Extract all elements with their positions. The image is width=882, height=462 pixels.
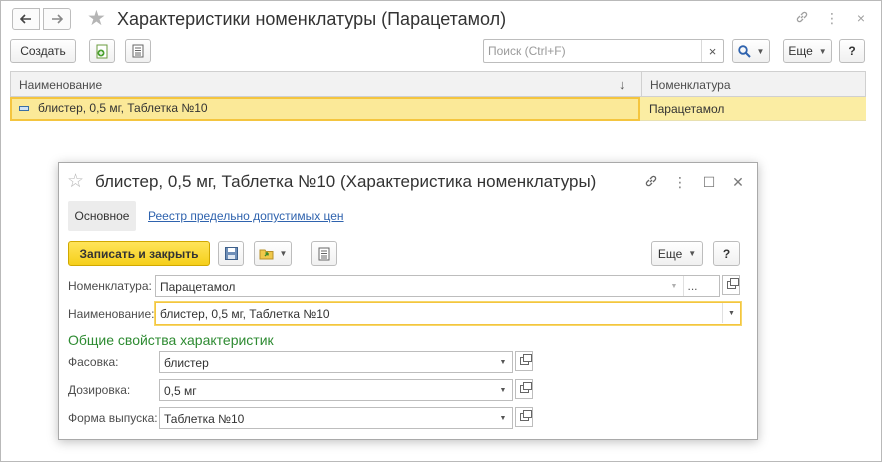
column-header-nomenclature[interactable]: Номенклатура — [650, 78, 731, 92]
favorite-star-icon[interactable]: ★ — [87, 6, 106, 31]
chevron-down-icon: ▼ — [756, 46, 765, 56]
document-list-icon — [132, 44, 144, 58]
packaging-label: Фасовка: — [68, 355, 119, 369]
name-label: Наименование: — [68, 307, 155, 321]
link-icon[interactable] — [644, 174, 658, 191]
search-clear-button[interactable]: × — [701, 40, 723, 62]
copy-button[interactable] — [89, 39, 115, 63]
chevron-down-icon: ▼ — [688, 249, 697, 258]
table-header: Наименование ↓ Номенклатура — [10, 71, 866, 97]
tab-main[interactable]: Основное — [68, 201, 136, 231]
more-button[interactable]: Еще ▼ — [783, 39, 832, 63]
select-button[interactable]: ... — [683, 276, 701, 296]
window-title: Характеристики номенклатуры (Парацетамол… — [117, 9, 507, 29]
chevron-down-icon: ▼ — [279, 249, 288, 258]
arrow-left-icon — [20, 14, 31, 24]
create-button-label: Создать — [20, 44, 66, 58]
column-header-name[interactable]: Наименование — [19, 78, 102, 92]
help-icon: ? — [848, 44, 856, 58]
chevron-down-icon[interactable]: ▼ — [665, 276, 683, 296]
maximize-icon[interactable]: ☐ — [702, 174, 716, 191]
report-button[interactable] — [311, 241, 337, 266]
create-based-on-button[interactable]: ▼ — [254, 241, 292, 266]
more-vertical-icon[interactable]: ⋮ — [673, 174, 687, 191]
release-form-value: Таблетка №10 — [164, 412, 245, 426]
more-vertical-icon[interactable]: ⋮ — [825, 10, 839, 27]
chevron-down-icon: ▼ — [818, 46, 827, 56]
search-button[interactable]: ▼ — [732, 39, 770, 63]
list-table: Наименование ↓ Номенклатура блистер, 0,5… — [10, 71, 866, 121]
more-button-label: Еще — [657, 246, 683, 261]
copy-add-icon — [96, 44, 108, 58]
row-item-icon — [19, 106, 29, 111]
nomenclature-value: Парацетамол — [160, 280, 236, 294]
search-placeholder: Поиск (Ctrl+F) — [488, 44, 566, 58]
create-button[interactable]: Создать — [10, 39, 76, 63]
row-nomenclature: Парацетамол — [649, 102, 725, 116]
dosage-label: Дозировка: — [68, 383, 131, 397]
chevron-down-icon[interactable]: ▼ — [722, 303, 740, 323]
dialog-controls: ⋮ ☐ ✕ — [644, 174, 745, 191]
help-button[interactable]: ? — [839, 39, 865, 63]
window-controls: ⋮ × — [795, 10, 867, 27]
tab-price-registry[interactable]: Реестр предельно допустимых цен — [148, 209, 344, 223]
chevron-down-icon[interactable]: ▼ — [494, 352, 512, 372]
more-button-label: Еще — [788, 44, 813, 58]
row-name: блистер, 0,5 мг, Таблетка №10 — [38, 101, 208, 115]
floppy-disk-icon — [224, 247, 238, 260]
open-icon — [726, 278, 739, 289]
characteristic-dialog: ☆ блистер, 0,5 мг, Таблетка №10 (Характе… — [58, 162, 758, 440]
open-nomenclature-button[interactable] — [722, 275, 740, 295]
back-button[interactable] — [12, 8, 40, 30]
table-row[interactable]: блистер, 0,5 мг, Таблетка №10 Парацетамо… — [10, 97, 866, 121]
packaging-field[interactable]: блистер ▼ — [159, 351, 513, 373]
open-release-form-button[interactable] — [515, 407, 533, 427]
arrow-right-icon — [52, 14, 63, 24]
release-form-field[interactable]: Таблетка №10 ▼ — [159, 407, 513, 429]
search-input[interactable]: Поиск (Ctrl+F) × — [483, 39, 724, 63]
search-icon — [737, 44, 751, 58]
title-bar: ★ Характеристики номенклатуры (Парацетам… — [1, 1, 881, 37]
nomenclature-label: Номенклатура: — [68, 279, 152, 293]
forward-button[interactable] — [43, 8, 71, 30]
link-icon[interactable] — [795, 10, 808, 27]
help-button[interactable]: ? — [713, 241, 740, 266]
main-window: ★ Характеристики номенклатуры (Парацетам… — [0, 0, 882, 462]
release-form-label: Форма выпуска: — [68, 411, 158, 425]
column-divider — [641, 72, 642, 96]
document-list-icon — [318, 247, 330, 260]
save-and-close-button[interactable]: Записать и закрыть — [68, 241, 210, 266]
open-packaging-button[interactable] — [515, 351, 533, 371]
open-icon — [519, 354, 532, 365]
name-field[interactable]: блистер, 0,5 мг, Таблетка №10 ▼ — [155, 302, 741, 325]
open-icon — [519, 410, 532, 421]
save-and-close-label: Записать и закрыть — [79, 246, 199, 261]
more-button[interactable]: Еще ▼ — [651, 241, 703, 266]
help-icon: ? — [722, 246, 731, 261]
open-icon — [519, 382, 532, 393]
packaging-value: блистер — [164, 356, 209, 370]
dosage-field[interactable]: 0,5 мг ▼ — [159, 379, 513, 401]
favorite-star-icon[interactable]: ☆ — [67, 170, 84, 193]
dialog-title: блистер, 0,5 мг, Таблетка №10 (Характери… — [95, 172, 597, 191]
close-icon[interactable]: × — [855, 10, 867, 27]
nomenclature-field[interactable]: Парацетамол ... ▼ — [155, 275, 720, 297]
section-title: Общие свойства характеристик — [68, 332, 274, 348]
save-button[interactable] — [218, 241, 244, 266]
chevron-down-icon[interactable]: ▼ — [494, 380, 512, 400]
open-dosage-button[interactable] — [515, 379, 533, 399]
name-value: блистер, 0,5 мг, Таблетка №10 — [160, 307, 330, 321]
folder-arrow-icon — [259, 249, 274, 260]
dosage-value: 0,5 мг — [164, 384, 197, 398]
sort-down-icon[interactable]: ↓ — [619, 77, 626, 92]
report-button[interactable] — [125, 39, 151, 63]
chevron-down-icon[interactable]: ▼ — [494, 408, 512, 428]
tab-main-label: Основное — [74, 209, 130, 223]
clear-icon: × — [708, 43, 717, 59]
close-icon[interactable]: ✕ — [731, 174, 745, 191]
